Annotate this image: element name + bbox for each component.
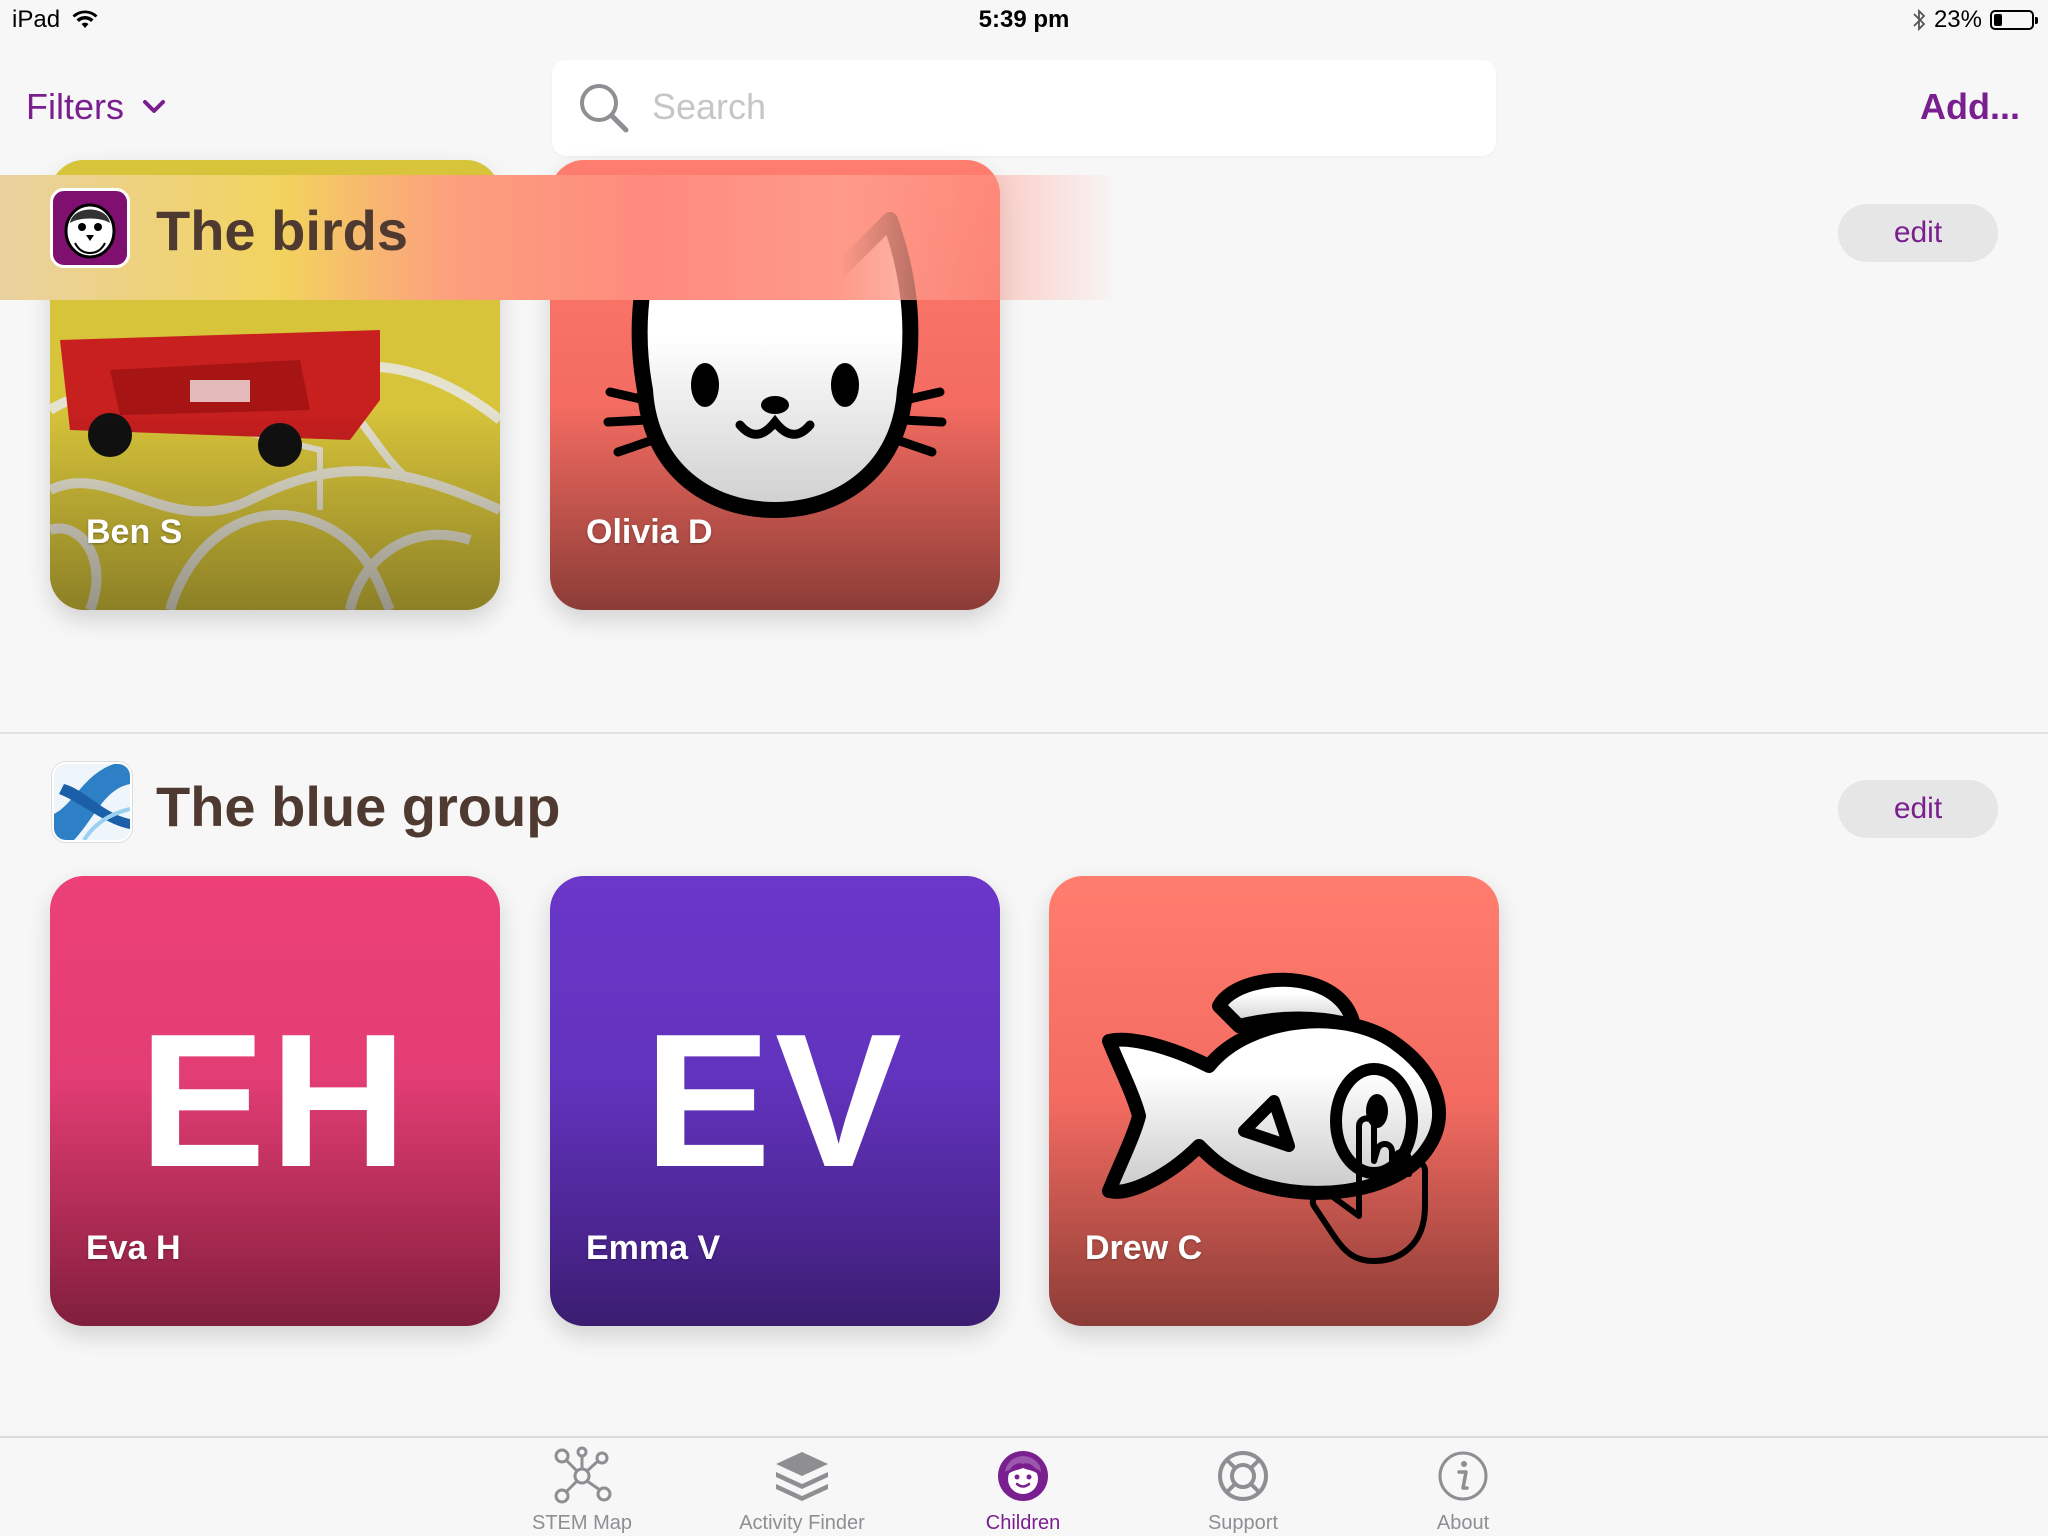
tab-bar: STEM Map Activity Finder Children Suppor… xyxy=(0,1436,2048,1536)
tab-label: About xyxy=(1436,1512,1490,1534)
child-card-drew-c[interactable]: Drew C xyxy=(1049,876,1499,1326)
child-name: Emma V xyxy=(586,1229,721,1267)
tab-activity-finder[interactable]: Activity Finder xyxy=(702,1446,902,1535)
tab-children[interactable]: Children xyxy=(923,1446,1123,1535)
tab-label: Activity Finder xyxy=(739,1512,865,1534)
child-initials: EV xyxy=(644,995,906,1207)
status-time: 5:39 pm xyxy=(978,6,1070,33)
search-icon xyxy=(580,84,629,133)
bird-icon xyxy=(64,203,116,259)
battery-icon xyxy=(1990,10,2038,30)
child-name: Eva H xyxy=(86,1229,181,1267)
group-title: The blue group xyxy=(156,775,561,838)
lifebuoy-icon xyxy=(1218,1451,1268,1501)
chevron-down-icon xyxy=(143,100,165,113)
child-card-eva-h[interactable]: EH Eva H xyxy=(50,876,500,1326)
blue-paint-icon xyxy=(54,764,130,840)
child-card-emma-v[interactable]: EV Emma V xyxy=(550,876,1000,1326)
layers-icon xyxy=(776,1452,828,1501)
child-name: Drew C xyxy=(1085,1229,1203,1267)
edit-group-button[interactable]: edit xyxy=(1838,780,1998,838)
group-icon-bird xyxy=(50,188,130,268)
info-icon xyxy=(1438,1451,1488,1501)
tab-stem-map[interactable]: STEM Map xyxy=(482,1446,682,1535)
tab-about[interactable]: About xyxy=(1363,1446,1563,1535)
tab-label: Support xyxy=(1207,1512,1279,1534)
filters-label: Filters xyxy=(26,86,124,127)
child-name: Ben S xyxy=(86,513,183,551)
group-icon-blue xyxy=(52,762,132,842)
tab-support[interactable]: Support xyxy=(1143,1446,1343,1535)
edit-group-button[interactable]: edit xyxy=(1838,204,1998,262)
status-bar: iPad 5:39 pm 23% xyxy=(0,0,2048,40)
battery-percent: 23% xyxy=(1933,6,1982,33)
group-title: The birds xyxy=(156,199,409,262)
child-face-icon xyxy=(998,1451,1048,1501)
tab-label: Children xyxy=(985,1512,1061,1534)
battery-fill xyxy=(1994,14,2002,26)
add-button[interactable]: Add... xyxy=(1920,86,2020,128)
bluetooth-icon xyxy=(1913,8,1926,32)
child-name: Olivia D xyxy=(586,513,713,551)
tab-label: STEM Map xyxy=(531,1512,633,1534)
network-icon xyxy=(554,1446,612,1504)
filters-button[interactable]: Filters xyxy=(26,86,166,128)
search-input[interactable]: Search xyxy=(552,60,1496,156)
search-placeholder: Search xyxy=(652,86,767,127)
child-initials: EH xyxy=(139,995,411,1207)
section-divider xyxy=(0,732,2048,734)
